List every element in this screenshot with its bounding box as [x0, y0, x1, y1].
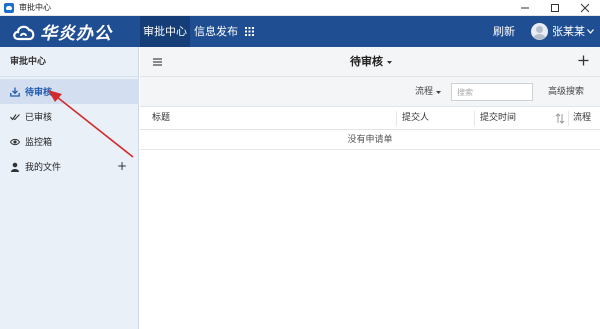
chevron-down-icon[interactable] — [587, 29, 594, 34]
sidebar-item-reviewed[interactable]: 已审核 — [0, 104, 139, 129]
brand-name: 华炎办公 — [40, 24, 112, 44]
double-check-icon — [10, 112, 20, 122]
app-cloud-icon — [4, 2, 14, 13]
sidebar-header: 审批中心 — [0, 47, 139, 77]
hamburger-menu-icon[interactable] — [153, 58, 162, 66]
view-toolbar: 待审核 — [140, 47, 600, 77]
nav-info-publish[interactable]: 信息发布 — [192, 16, 240, 47]
sidebar-item-label: 待审核 — [25, 88, 53, 98]
column-header-flow[interactable]: 流程 — [573, 107, 591, 130]
window-title: 审批中心 — [19, 3, 51, 12]
empty-state-text: 没有申请单 — [347, 135, 393, 145]
add-icon[interactable] — [578, 55, 589, 66]
maximize-icon — [551, 4, 559, 12]
sidebar-item-pending[interactable]: 待审核 — [0, 79, 139, 104]
table-header: 标题 提交人 提交时间 流程 — [140, 107, 600, 130]
apps-grid-icon[interactable] — [245, 27, 254, 36]
column-divider — [568, 111, 569, 126]
column-header-submitter[interactable]: 提交人 — [402, 107, 429, 130]
column-header-submit-time[interactable]: 提交时间 — [480, 107, 516, 130]
column-divider — [396, 111, 397, 126]
avatar[interactable] — [531, 23, 548, 40]
maximize-button[interactable] — [540, 0, 570, 16]
column-header-title[interactable]: 标题 — [152, 107, 170, 130]
close-icon — [580, 3, 590, 13]
flow-filter-dropdown[interactable]: 流程 — [415, 77, 433, 107]
sidebar-item-label: 已审核 — [25, 113, 53, 123]
top-navbar: 华炎办公 审批中心 信息发布 刷新 张某某 — [0, 16, 600, 47]
sidebar: 审批中心 待审核 已审核 监控箱 我的文件 + — [0, 47, 139, 329]
sort-icon[interactable] — [555, 113, 565, 124]
view-dropdown-icon[interactable] — [387, 61, 392, 64]
eye-icon — [10, 137, 20, 147]
view-title[interactable]: 待审核 — [350, 47, 383, 77]
user-icon — [10, 162, 20, 172]
minimize-button[interactable] — [510, 0, 540, 16]
chevron-down-icon[interactable] — [436, 91, 441, 94]
user-name[interactable]: 张某某 — [552, 16, 585, 47]
close-button[interactable] — [570, 0, 600, 16]
sidebar-item-label: 监控箱 — [25, 138, 53, 148]
sidebar-item-my-files[interactable]: 我的文件 + — [0, 154, 139, 179]
refresh-button[interactable]: 刷新 — [487, 16, 521, 47]
column-divider — [474, 111, 475, 126]
empty-state-row: 没有申请单 — [140, 130, 600, 150]
filter-bar: 流程 高级搜索 — [140, 77, 600, 107]
sidebar-item-label: 我的文件 — [25, 163, 62, 173]
advanced-search-button[interactable]: 高级搜索 — [548, 77, 584, 107]
sidebar-item-monitor[interactable]: 监控箱 — [0, 129, 139, 154]
brand[interactable]: 华炎办公 — [12, 20, 112, 44]
minimize-icon — [521, 7, 529, 9]
add-folder-button[interactable]: + — [117, 160, 127, 172]
download-tray-icon — [10, 87, 20, 97]
nav-approval-center[interactable]: 审批中心 — [140, 16, 190, 47]
search-input[interactable] — [451, 83, 533, 101]
brand-logo-icon — [13, 25, 35, 40]
